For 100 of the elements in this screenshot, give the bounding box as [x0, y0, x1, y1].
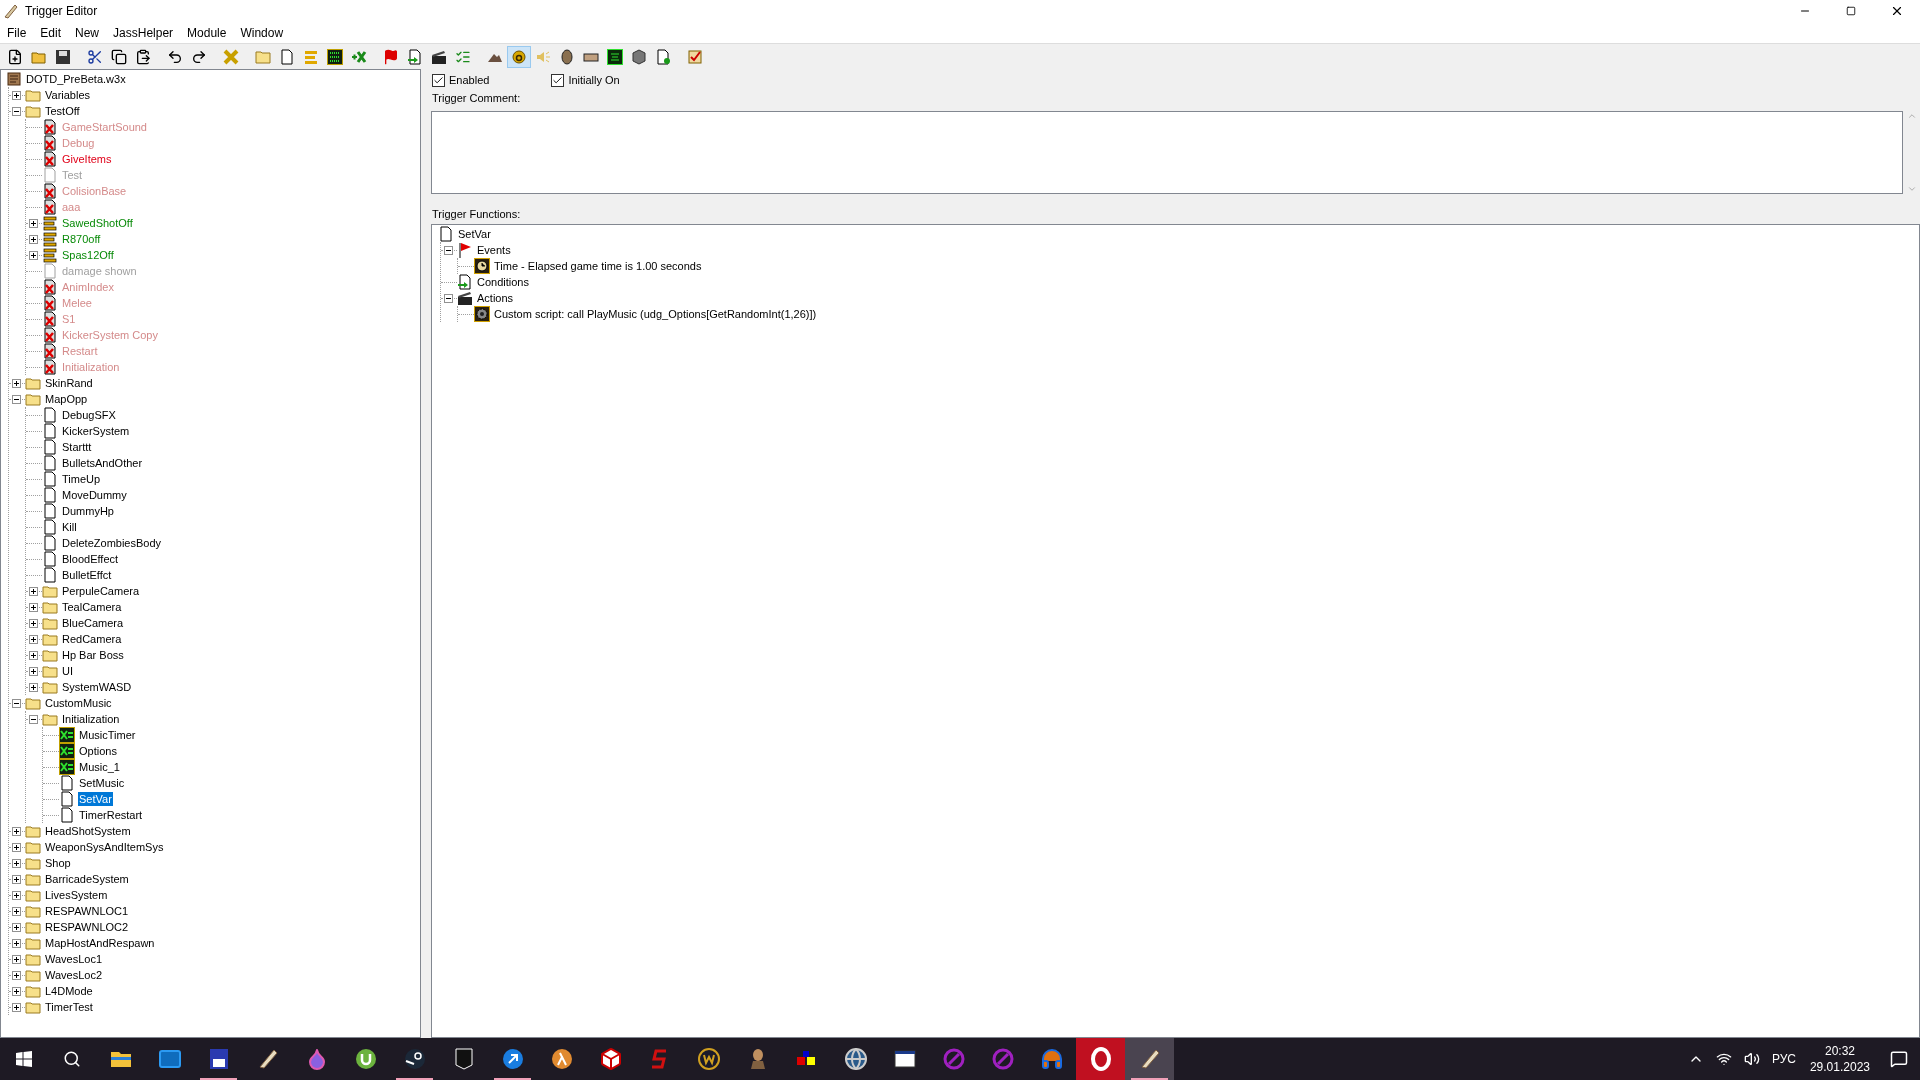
collapse-icon[interactable]	[12, 106, 21, 116]
tree-item[interactable]: LivesSystem	[44, 888, 109, 902]
tree-item[interactable]: Custom script: call PlayMusic (udg_Options[GetRandomInt(1,26)])	[493, 307, 818, 321]
tree-item[interactable]: RedCamera	[61, 632, 123, 646]
expand-icon[interactable]	[12, 378, 21, 388]
expand-icon[interactable]	[29, 650, 38, 660]
tree-item[interactable]: MapOpp	[44, 392, 89, 406]
tree-item[interactable]: Time - Elapsed game time is 1.00 seconds	[493, 259, 703, 273]
taskbar-app[interactable]	[1125, 1038, 1174, 1080]
taskbar-app[interactable]	[1076, 1038, 1125, 1080]
menu-item[interactable]: Module	[180, 23, 234, 42]
collapse-icon[interactable]	[444, 245, 453, 255]
menu-item[interactable]: New	[68, 23, 107, 42]
tree-item[interactable]: MapHostAndRespawn	[44, 936, 156, 950]
notifications-icon[interactable]	[1890, 1050, 1908, 1068]
tree-item[interactable]: TimeUp	[61, 472, 102, 486]
clock[interactable]: 20:32 29.01.2023	[1809, 1043, 1870, 1075]
tree-item[interactable]: L4DMode	[44, 984, 94, 998]
tree-item[interactable]: Hp Bar Boss	[61, 648, 125, 662]
tree-item[interactable]: SetVar	[78, 792, 113, 806]
expand-icon[interactable]	[29, 250, 38, 260]
tree-item[interactable]: Starttt	[61, 440, 93, 454]
tree-item[interactable]: TimerRestart	[78, 808, 144, 822]
tree-item[interactable]: WavesLoc1	[44, 952, 104, 966]
collapse-icon[interactable]	[29, 714, 38, 724]
tree-item[interactable]: TealCamera	[61, 600, 123, 614]
expand-icon[interactable]	[12, 890, 21, 900]
expand-icon[interactable]	[12, 970, 21, 980]
tree-item[interactable]: WavesLoc2	[44, 968, 104, 982]
expand-icon[interactable]	[12, 1002, 21, 1012]
tree-item[interactable]: Actions	[476, 291, 515, 305]
tree-item[interactable]: PerpuleCamera	[61, 584, 141, 598]
tree-item[interactable]: RESPAWNLOC1	[44, 904, 130, 918]
checkbox[interactable]	[551, 73, 565, 87]
toolbar-button[interactable]	[507, 45, 531, 68]
tree-item[interactable]: BulletsAndOther	[61, 456, 144, 470]
tree-item[interactable]: Initialization	[61, 712, 121, 726]
comment-field[interactable]	[431, 110, 1903, 194]
tree-item[interactable]: DummyHp	[61, 504, 115, 518]
expand-icon[interactable]	[29, 218, 38, 228]
tree-item[interactable]: SetVar	[457, 227, 492, 241]
tree-item[interactable]: UI	[61, 664, 74, 678]
collapse-icon[interactable]	[12, 394, 21, 404]
tree-item[interactable]: Conditions	[476, 275, 530, 289]
expand-icon[interactable]	[29, 586, 38, 596]
expand-icon[interactable]	[12, 858, 21, 868]
tree-item[interactable]: Kill	[61, 520, 78, 534]
tree-item[interactable]: BloodEffect	[61, 552, 120, 566]
tree-item[interactable]: Spas12Off	[61, 248, 115, 262]
tree-item[interactable]: TestOff	[44, 104, 81, 118]
tree-item[interactable]: SkinRand	[44, 376, 94, 390]
menu-item[interactable]: JassHelper	[106, 23, 181, 42]
language-indicator[interactable]: РУС	[1771, 1050, 1796, 1068]
expand-icon[interactable]	[12, 842, 21, 852]
tree-item[interactable]: Music_1	[78, 760, 121, 774]
tree-item[interactable]: Events	[476, 243, 512, 257]
tree-item[interactable]: KickerSystem	[61, 424, 131, 438]
menu-item[interactable]: Edit	[33, 23, 69, 42]
expand-icon[interactable]	[29, 602, 38, 612]
tree-item[interactable]: HeadShotSystem	[44, 824, 132, 838]
tree-item[interactable]: BlueCamera	[61, 616, 125, 630]
tree-item[interactable]: CustomMusic	[44, 696, 113, 710]
expand-icon[interactable]	[29, 634, 38, 644]
expand-icon[interactable]	[12, 906, 21, 916]
collapse-icon[interactable]	[12, 698, 21, 708]
menu-item[interactable]: Window	[233, 23, 291, 42]
expand-icon[interactable]	[29, 234, 38, 244]
expand-icon[interactable]	[29, 682, 38, 692]
tree-item[interactable]: SetMusic	[78, 776, 126, 790]
tree-item[interactable]: DeleteZombiesBody	[61, 536, 163, 550]
tree-item[interactable]: BulletEffct	[61, 568, 113, 582]
tree-item[interactable]: MoveDummy	[61, 488, 128, 502]
volume-icon[interactable]	[1743, 1051, 1760, 1067]
network-icon[interactable]	[1715, 1051, 1732, 1067]
expand-icon[interactable]	[12, 986, 21, 996]
tree-item[interactable]: BarricadeSystem	[44, 872, 130, 886]
tree-item[interactable]: SystemWASD	[61, 680, 133, 694]
expand-icon[interactable]	[29, 618, 38, 628]
tree-item[interactable]: RESPAWNLOC2	[44, 920, 130, 934]
menu-item[interactable]: File	[0, 23, 34, 42]
tree-item[interactable]: Shop	[44, 856, 72, 870]
tree-item[interactable]: R870off	[61, 232, 102, 246]
tree-item[interactable]: Variables	[44, 88, 92, 102]
expand-icon[interactable]	[12, 938, 21, 948]
tree-item[interactable]: GiveItems	[61, 152, 113, 166]
expand-icon[interactable]	[12, 90, 21, 100]
tree-item[interactable]: Options	[78, 744, 118, 758]
tree-item[interactable]: WeaponSysAndItemSys	[44, 840, 165, 854]
tree-item[interactable]: DebugSFX	[61, 408, 117, 422]
tree-item[interactable]: DOTD_PreBeta.w3x	[25, 72, 127, 86]
expand-icon[interactable]	[12, 874, 21, 884]
expand-icon[interactable]	[12, 922, 21, 932]
expand-icon[interactable]	[12, 826, 21, 836]
expand-icon[interactable]	[12, 954, 21, 964]
tree-item[interactable]: SawedShotOff	[61, 216, 134, 230]
tree-item[interactable]: TimerTest	[44, 1000, 94, 1014]
collapse-icon[interactable]	[444, 293, 453, 303]
expand-icon[interactable]	[29, 666, 38, 676]
checkbox[interactable]	[432, 73, 445, 87]
tree-item[interactable]: MusicTimer	[78, 728, 137, 742]
